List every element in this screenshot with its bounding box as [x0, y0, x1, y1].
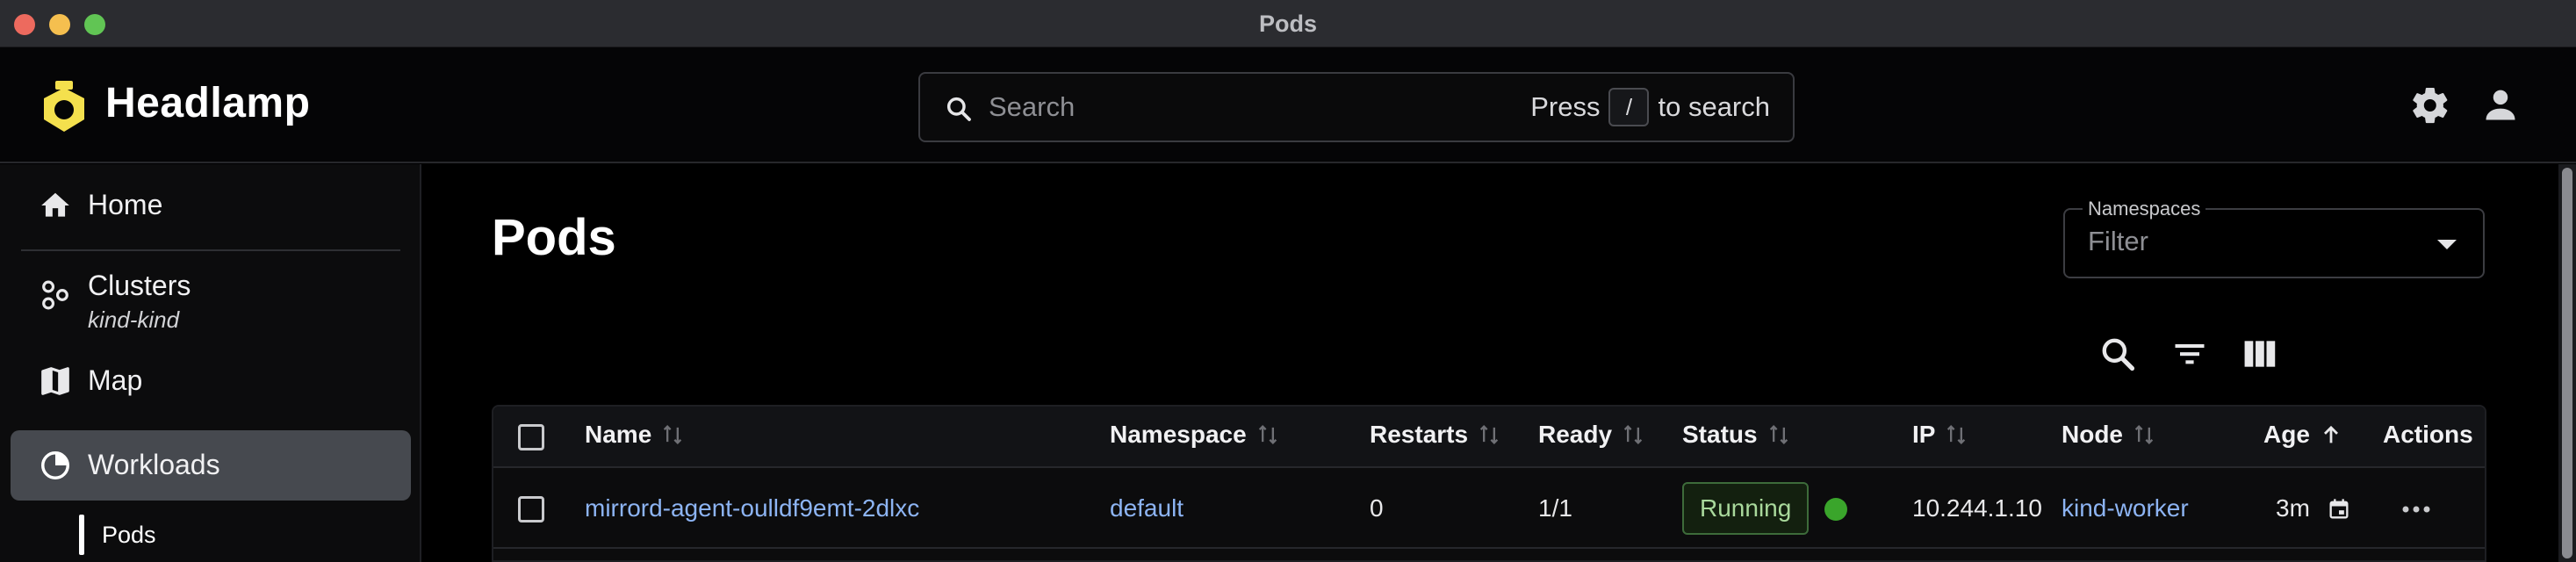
app-bar: Headlamp Search Press / to search — [0, 47, 2576, 163]
calendar-icon — [2329, 499, 2349, 519]
sort-icon[interactable] — [1767, 422, 1791, 447]
search-icon — [946, 97, 971, 121]
column-header-ip[interactable]: IP — [1912, 421, 1968, 449]
namespaces-label: Namespaces — [2083, 198, 2206, 220]
sidebar-divider — [21, 249, 400, 251]
ready-value: 1/1 — [1538, 494, 1572, 522]
window-title: Pods — [1258, 11, 1317, 37]
search-shortcut-key: / — [1608, 88, 1650, 126]
column-header-ready[interactable]: Ready — [1538, 421, 1645, 449]
column-header-label: Namespace — [1110, 421, 1247, 448]
search-placeholder: Search — [989, 91, 1076, 122]
node-link[interactable]: kind-worker — [2062, 494, 2189, 522]
sidebar-item-label: Clusters — [88, 270, 191, 301]
pod-name-link[interactable]: mirrord-agent-oulldf9emt-2dlxc — [585, 494, 919, 522]
map-icon — [41, 367, 69, 395]
status-badge: Running — [1682, 482, 1810, 535]
sidebar-item-workloads[interactable]: Workloads — [11, 430, 411, 501]
sidebar-item-home[interactable]: Home — [11, 175, 411, 236]
row-select-checkbox[interactable] — [518, 496, 544, 522]
age-value: 3m — [2276, 494, 2310, 522]
namespaces-placeholder: Filter — [2088, 226, 2148, 256]
column-header-label: Name — [585, 421, 652, 448]
columns-icon[interactable] — [2241, 335, 2279, 373]
workloads-icon — [41, 451, 69, 479]
app-name[interactable]: Headlamp — [105, 79, 310, 127]
sort-icon[interactable] — [1256, 422, 1280, 447]
search-input[interactable]: Search Press / to search — [918, 72, 1795, 142]
main-content: Pods Namespaces Filter Name Namespace Re… — [423, 164, 2558, 562]
column-header-actions: Actions — [2383, 421, 2473, 449]
more-actions-icon[interactable] — [2399, 496, 2434, 522]
restarts-value: 0 — [1370, 494, 1384, 522]
column-header-label: Actions — [2383, 421, 2473, 448]
window-titlebar: Pods — [0, 0, 2576, 47]
search-icon[interactable] — [2098, 335, 2137, 373]
column-header-label: Ready — [1538, 421, 1613, 448]
sidebar: Home Clusters kind-kind Map Workloads Po… — [0, 164, 421, 562]
filter-icon[interactable] — [2170, 335, 2209, 373]
namespace-link[interactable]: default — [1110, 494, 1184, 522]
table-header: Name Namespace Restarts Ready Status IP — [493, 407, 2485, 468]
sort-icon[interactable] — [660, 422, 685, 447]
sidebar-item-label: Workloads — [88, 449, 220, 480]
search-hint-prefix: Press — [1530, 91, 1601, 122]
sidebar-item-label: Map — [88, 364, 143, 396]
page-title: Pods — [492, 209, 616, 266]
pods-table: Name Namespace Restarts Ready Status IP — [492, 405, 2486, 562]
column-header-node[interactable]: Node — [2062, 421, 2156, 449]
column-header-name[interactable]: Name — [585, 421, 685, 449]
sort-icon[interactable] — [1944, 422, 1968, 447]
column-header-namespace[interactable]: Namespace — [1110, 421, 1280, 449]
current-cluster-name: kind-kind — [88, 306, 180, 333]
account-icon[interactable] — [2481, 86, 2520, 125]
ip-value: 10.244.1.10 — [1912, 494, 2042, 522]
sort-icon[interactable] — [1621, 422, 1645, 447]
select-all-checkbox[interactable] — [518, 424, 544, 450]
gear-icon[interactable] — [2409, 84, 2451, 126]
column-header-label: Age — [2263, 421, 2310, 448]
dropdown-arrow-icon[interactable] — [2437, 240, 2457, 249]
clusters-icon — [42, 280, 68, 310]
column-header-age[interactable]: Age — [2263, 421, 2343, 449]
main-scrollbar[interactable] — [2558, 164, 2576, 562]
search-shortcut-hint: Press / to search — [1530, 88, 1770, 126]
sort-icon[interactable] — [1477, 422, 1501, 447]
sidebar-subitem-pods[interactable]: Pods — [11, 511, 411, 562]
status-indicator-icon — [1824, 498, 1847, 521]
column-header-label: Node — [2062, 421, 2123, 448]
column-header-label: IP — [1912, 421, 1936, 448]
column-header-restarts[interactable]: Restarts — [1370, 421, 1501, 449]
arrow-up-icon[interactable] — [2319, 422, 2343, 447]
home-icon — [41, 192, 69, 217]
namespaces-filter[interactable]: Namespaces Filter — [2063, 198, 2485, 278]
sidebar-item-label: Home — [88, 189, 163, 220]
headlamp-logo-icon[interactable] — [39, 81, 90, 137]
table-row[interactable]: mirrord-agent-oulldf9emt-2dlxc default 0… — [493, 470, 2485, 549]
sort-icon[interactable] — [2132, 422, 2156, 447]
sidebar-subitem-label: Pods — [102, 522, 156, 548]
scrollbar-thumb[interactable] — [2562, 168, 2572, 558]
sidebar-item-clusters[interactable]: Clusters kind-kind — [11, 261, 411, 340]
search-hint-suffix: to search — [1658, 91, 1770, 122]
column-header-status[interactable]: Status — [1682, 421, 1791, 449]
column-header-label: Status — [1682, 421, 1758, 448]
column-header-label: Restarts — [1370, 421, 1469, 448]
active-indicator — [79, 515, 84, 555]
sidebar-item-map[interactable]: Map — [11, 350, 411, 414]
